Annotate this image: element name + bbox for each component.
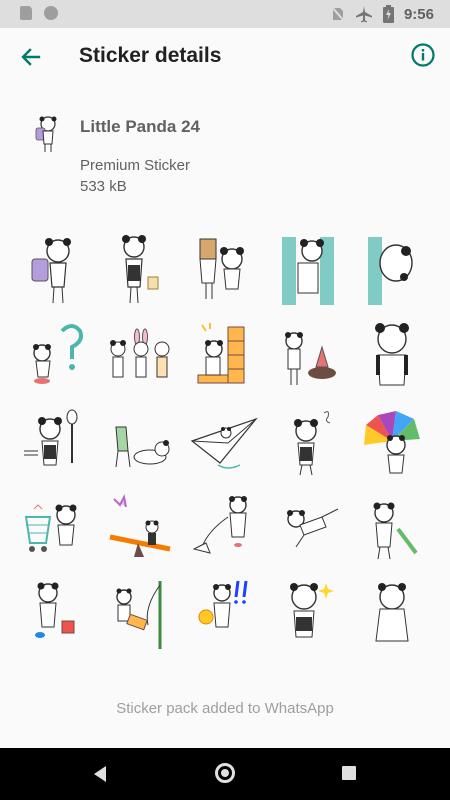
sticker-item[interactable] xyxy=(266,314,350,400)
sticker-item[interactable] xyxy=(14,486,98,572)
panda-seesaw-sticker xyxy=(109,493,171,557)
sticker-item[interactable] xyxy=(266,228,350,314)
navigation-bar xyxy=(0,748,450,800)
sticker-item[interactable] xyxy=(350,572,434,658)
pack-tray-icon xyxy=(35,116,57,152)
nav-back-icon[interactable] xyxy=(92,765,108,783)
sticker-item[interactable] xyxy=(266,486,350,572)
panda-chair-sticker xyxy=(115,426,170,468)
app-bar: Sticker details xyxy=(0,28,450,86)
panda-exclamation-sticker xyxy=(198,580,248,628)
panda-teal-wall-sticker xyxy=(368,237,413,305)
sticker-item[interactable] xyxy=(98,486,182,572)
airplane-icon xyxy=(355,6,372,23)
nav-recents-icon[interactable] xyxy=(342,766,356,780)
status-time: 9:56 xyxy=(403,5,434,23)
sticker-item[interactable] xyxy=(182,228,266,314)
circle-icon xyxy=(44,6,58,20)
panda-fan-sticker xyxy=(364,411,420,474)
sticker-item[interactable] xyxy=(182,314,266,400)
sticker-item[interactable] xyxy=(182,572,266,658)
panda-backpack-sticker xyxy=(31,238,71,304)
sticker-item[interactable] xyxy=(14,228,98,314)
panda-dizzy-sticker xyxy=(294,411,331,476)
sticker-item[interactable] xyxy=(182,400,266,486)
panda-cone-sticker xyxy=(285,332,336,385)
no-sim-icon xyxy=(331,6,345,22)
sticker-item[interactable] xyxy=(14,572,98,658)
sticker-item[interactable] xyxy=(266,572,350,658)
panda-basket-sticker xyxy=(35,582,75,638)
panda-flag-sticker xyxy=(116,581,162,649)
panda-sparkle-sticker xyxy=(290,583,334,638)
pack-publisher: Premium Sticker xyxy=(80,157,191,174)
panda-bag-sticker xyxy=(122,235,159,304)
pack-name: Little Panda 24 xyxy=(80,117,200,136)
panda-ghost-sticker xyxy=(375,583,409,642)
pack-added-status: Sticker pack added to WhatsApp xyxy=(116,700,334,717)
sticker-item[interactable] xyxy=(182,486,266,572)
page-title: Sticker details xyxy=(79,44,222,67)
panda-boxes-sticker xyxy=(197,323,245,384)
sticker-item[interactable] xyxy=(266,400,350,486)
nav-home-icon[interactable] xyxy=(215,763,235,783)
battery-charging-icon xyxy=(382,5,394,23)
pack-size: 533 kB xyxy=(80,178,127,195)
info-icon[interactable] xyxy=(410,42,436,68)
sticker-item[interactable] xyxy=(98,400,182,486)
panda-jump-sticker xyxy=(287,508,339,548)
sticker-item[interactable] xyxy=(350,314,434,400)
panda-shopping-cart-sticker xyxy=(24,504,77,552)
sticker-grid xyxy=(14,228,436,658)
sticker-item[interactable] xyxy=(14,400,98,486)
panda-teal-door-sticker xyxy=(282,237,334,305)
panda-boxhead-sticker xyxy=(199,238,244,299)
sticker-item[interactable] xyxy=(98,572,182,658)
sticker-item[interactable] xyxy=(98,228,182,314)
status-bar: 9:56 xyxy=(0,0,450,28)
sd-card-icon xyxy=(20,6,32,20)
panda-fork-sticker xyxy=(24,409,78,466)
panda-umbrella-sticker xyxy=(373,502,418,560)
sticker-item[interactable] xyxy=(350,400,434,486)
panda-paper-plane-sticker xyxy=(190,417,258,469)
panda-question-sticker xyxy=(33,324,83,384)
sticker-item[interactable] xyxy=(98,314,182,400)
back-button[interactable] xyxy=(14,40,48,74)
three-animals-sticker xyxy=(110,328,170,378)
arrow-left-icon xyxy=(21,48,41,66)
panda-sad-sticker xyxy=(375,323,409,386)
sticker-item[interactable] xyxy=(350,228,434,314)
panda-lamp-sticker xyxy=(192,496,247,554)
sticker-item[interactable] xyxy=(350,486,434,572)
sticker-item[interactable] xyxy=(14,314,98,400)
